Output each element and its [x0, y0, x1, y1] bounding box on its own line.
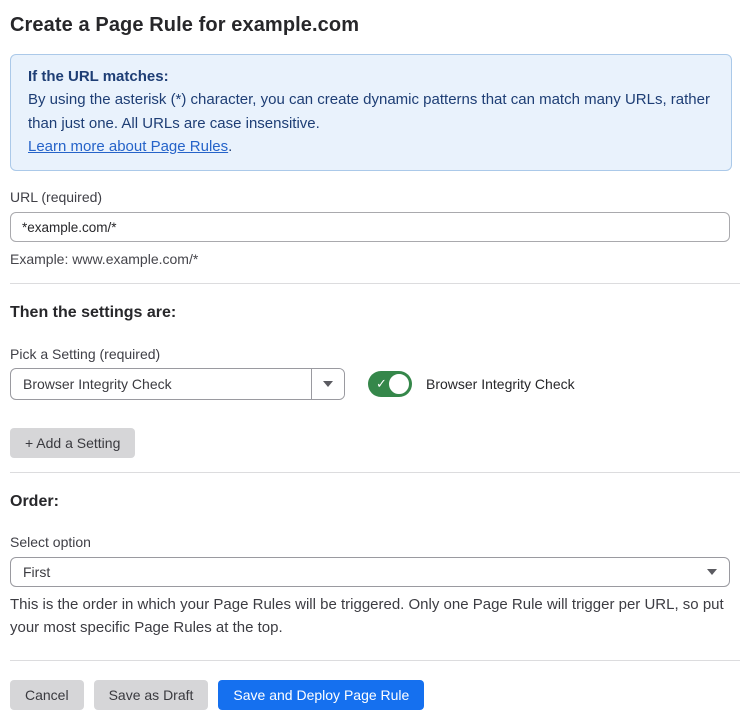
footer-buttons: Cancel Save as Draft Save and Deploy Pag… — [10, 680, 740, 710]
url-match-info-box: If the URL matches: By using the asteris… — [10, 54, 732, 171]
setting-select-value: Browser Integrity Check — [11, 369, 311, 399]
toggle-label: Browser Integrity Check — [426, 376, 575, 392]
info-box-link-line: Learn more about Page Rules. — [28, 135, 714, 158]
chevron-down-icon — [323, 381, 333, 387]
order-select-value: First — [23, 564, 707, 580]
checkmark-icon: ✓ — [376, 377, 387, 390]
link-period: . — [228, 138, 232, 155]
setting-select[interactable]: Browser Integrity Check — [10, 368, 345, 400]
url-input[interactable] — [10, 212, 730, 242]
chevron-down-icon — [707, 569, 717, 575]
add-setting-button[interactable]: + Add a Setting — [10, 428, 135, 458]
info-box-heading: If the URL matches: — [28, 65, 714, 88]
url-field-label: URL (required) — [10, 187, 740, 207]
setting-select-arrow-button[interactable] — [311, 369, 344, 399]
info-box-body: By using the asterisk (*) character, you… — [28, 88, 714, 135]
order-select-label: Select option — [10, 532, 740, 552]
url-example-text: Example: www.example.com/* — [10, 249, 740, 269]
pick-setting-label: Pick a Setting (required) — [10, 344, 740, 364]
order-heading: Order: — [10, 491, 740, 513]
browser-integrity-toggle[interactable]: ✓ — [368, 371, 412, 397]
order-help-text: This is the order in which your Page Rul… — [10, 593, 736, 639]
save-and-deploy-button[interactable]: Save and Deploy Page Rule — [218, 680, 424, 710]
cancel-button[interactable]: Cancel — [10, 680, 84, 710]
settings-heading: Then the settings are: — [10, 302, 740, 324]
section-divider — [10, 472, 740, 473]
section-divider — [10, 283, 740, 284]
toggle-knob — [387, 372, 411, 396]
save-as-draft-button[interactable]: Save as Draft — [94, 680, 209, 710]
setting-row: Browser Integrity Check ✓ Browser Integr… — [10, 368, 740, 400]
page-title: Create a Page Rule for example.com — [10, 14, 740, 37]
footer-divider — [10, 660, 740, 661]
toggle-group: ✓ Browser Integrity Check — [368, 371, 575, 397]
learn-more-link[interactable]: Learn more about Page Rules — [28, 138, 228, 155]
page-rule-form: Create a Page Rule for example.com If th… — [0, 0, 750, 710]
order-select[interactable]: First — [10, 557, 730, 587]
